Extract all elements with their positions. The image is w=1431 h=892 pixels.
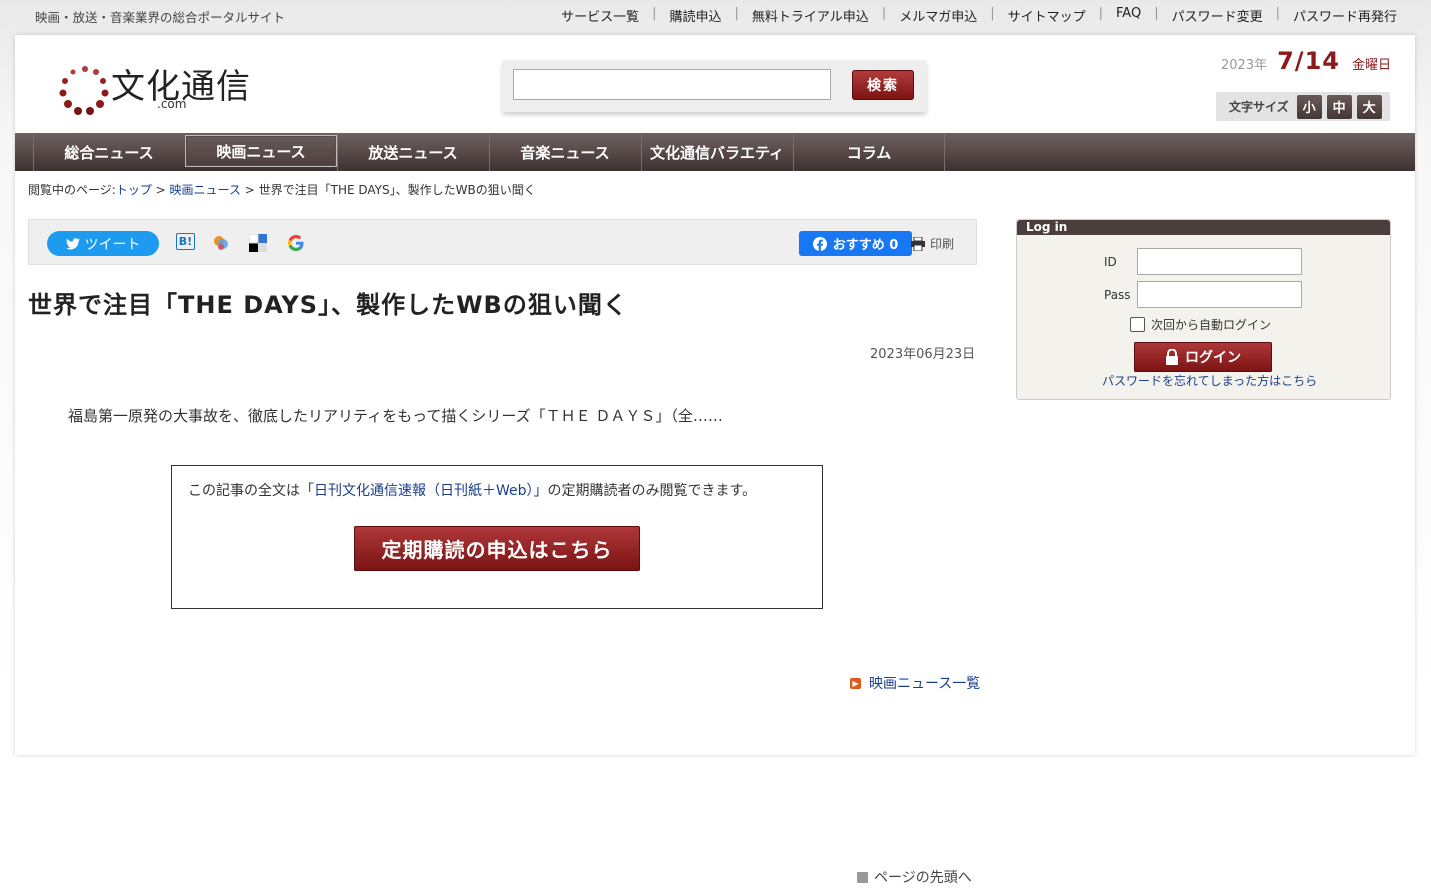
separator: | [652,6,657,21]
forgot-password-link[interactable]: パスワードを忘れてしまった方はこちら [1102,374,1317,388]
auto-login-label: 次回から自動ログイン [1151,318,1272,332]
arrow-right-icon: ▶ [850,677,861,689]
link-free-trial[interactable]: 無料トライアル申込 [752,6,869,25]
print-button[interactable]: 印刷 [911,235,954,252]
current-date: 2023年 7/14 金曜日 [1221,47,1391,75]
font-size-control: 文字サイズ 小 中 大 [1216,92,1390,121]
delicious-icon[interactable] [248,233,268,253]
facebook-icon [812,236,827,251]
id-label: ID [1104,255,1117,269]
auto-login-checkbox[interactable] [1130,317,1145,332]
social-share-bar: ツイート B! おすすめ 0 印刷 [28,219,977,265]
print-label: 印刷 [930,237,955,251]
facebook-label: おすすめ 0 [832,238,899,253]
movie-news-list-label[interactable]: 映画ニュース一覧 [869,673,980,693]
page-top-label: ページの先頭へ [874,870,972,886]
login-button[interactable]: ログイン [1134,342,1272,372]
separator: | [990,6,995,21]
separator: | [1275,6,1280,21]
nav-music-news[interactable]: 音楽ニュース [489,133,640,171]
page-top-link[interactable]: ページの先頭へ [857,867,972,887]
movie-news-list-link[interactable]: ▶ 映画ニュース一覧 [850,673,980,693]
date-weekday: 金曜日 [1351,58,1391,73]
link-password-reset[interactable]: パスワード再発行 [1293,6,1397,25]
hatena-icon[interactable]: B! [176,233,195,250]
article-title: 世界で注目「THE DAYS」、製作したWBの狙い聞く [28,291,628,319]
page-container: 文化通信 .com 検索 2023年 7/14 金曜日 文字サイズ 小 中 大 … [15,35,1415,755]
search-button[interactable]: 検索 [852,70,914,100]
lock-icon [1166,349,1178,365]
tweet-label: ツイート [84,236,141,253]
nav-variety[interactable]: 文化通信バラエティ [641,133,792,171]
search-box: 検索 [502,60,927,112]
link-subscribe[interactable]: 購読申込 [670,6,722,25]
site-tagline: 映画・放送・音楽業界の総合ポータルサイト [35,10,286,25]
separator: | [881,6,887,21]
link-faq[interactable]: FAQ [1116,6,1141,25]
nav-general-news[interactable]: 総合ニュース [33,133,184,171]
pass-label: Pass [1104,288,1131,302]
breadcrumb-separator: > [151,183,170,197]
facebook-recommend-button[interactable]: おすすめ 0 [799,231,912,256]
google-icon[interactable] [286,233,306,253]
notice-text: この記事の全文は「日刊文化通信速報（日刊紙＋Web）」の定期購読者のみ閲覧できま… [188,480,756,500]
font-size-large-button[interactable]: 大 [1356,94,1382,119]
breadcrumb-top[interactable]: トップ [116,183,152,197]
font-size-medium-button[interactable]: 中 [1326,94,1352,119]
id-input[interactable] [1137,248,1302,275]
login-button-label: ログイン [1185,350,1241,366]
separator: | [1098,6,1103,21]
separator: | [1154,6,1159,21]
font-size-small-button[interactable]: 小 [1296,94,1322,119]
newspaper-link[interactable]: 「日刊文化通信速報（日刊紙＋Web）」 [300,483,548,499]
bookmark-icon[interactable] [211,233,231,253]
separator: | [734,6,739,21]
font-size-label: 文字サイズ [1229,100,1289,114]
tweet-button[interactable]: ツイート [47,231,159,256]
logo-dots-icon [59,66,109,115]
article-excerpt: 福島第一原発の大事故を、徹底したリアリティをもって描くシリーズ「ＴＨＥ ＤＡＹＳ… [68,407,723,425]
main-nav: 総合ニュース 映画ニュース 放送ニュース 音楽ニュース 文化通信バラエティ コラ… [15,133,1415,171]
logo-subtext: .com [157,97,187,111]
link-password-change[interactable]: パスワード変更 [1172,6,1263,25]
arrow-up-icon [857,871,868,883]
nav-column[interactable]: コラム [793,133,945,171]
breadcrumb: 閲覧中のページ:トップ > 映画ニュース > 世界で注目「THE DAYS」、製… [28,181,536,198]
utility-links: サービス一覧 | 購読申込 | 無料トライアル申込 | メルマガ申込 | サイト… [561,6,1397,25]
nav-movie-news[interactable]: 映画ニュース [185,135,337,167]
date-month-day: 7/14 [1277,47,1340,75]
notice-text-after: の定期購読者のみ閲覧できます。 [547,483,757,499]
subscribe-button[interactable]: 定期購読の申込はこちら [354,526,640,571]
breadcrumb-category[interactable]: 映画ニュース [170,183,241,197]
top-bar: 映画・放送・音楽業界の総合ポータルサイト サービス一覧 | 購読申込 | 無料ト… [0,0,1431,32]
password-input[interactable] [1137,281,1302,308]
breadcrumb-current: 世界で注目「THE DAYS」、製作したWBの狙い聞く [258,183,536,197]
subscription-notice: この記事の全文は「日刊文化通信速報（日刊紙＋Web）」の定期購読者のみ閲覧できま… [171,465,823,609]
login-panel: Log in ID Pass 次回から自動ログイン ログイン パスワードを忘れて… [1016,219,1391,400]
twitter-icon [65,237,80,250]
auto-login-option[interactable]: 次回から自動ログイン [1130,316,1271,333]
nav-broadcast-news[interactable]: 放送ニュース [337,133,488,171]
article-date: 2023年06月23日 [870,347,976,362]
login-header: Log in [1017,220,1390,235]
link-newsletter[interactable]: メルマガ申込 [899,6,977,25]
breadcrumb-prefix: 閲覧中のページ: [28,183,116,197]
link-service-list[interactable]: サービス一覧 [561,6,639,25]
search-input[interactable] [513,69,831,100]
notice-text-before: この記事の全文は [188,483,300,499]
link-sitemap[interactable]: サイトマップ [1008,6,1086,25]
forgot-password: パスワードを忘れてしまった方はこちら [1102,372,1317,389]
date-year: 2023年 [1221,58,1268,73]
breadcrumb-separator: > [240,183,259,197]
printer-icon [911,236,925,251]
